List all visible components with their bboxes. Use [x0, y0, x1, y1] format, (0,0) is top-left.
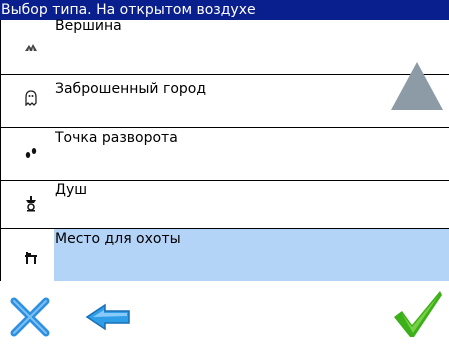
list-item-label: Вершина [55, 18, 122, 34]
scroll-up-arrow-icon [391, 62, 443, 110]
close-x-icon [10, 297, 50, 337]
back-arrow-icon [85, 303, 130, 331]
list-item-peak[interactable]: Вершина [1, 18, 449, 75]
list-item-turnaround[interactable]: Точка разворота [1, 128, 449, 181]
list-item-label: Душ [55, 182, 88, 198]
hunting-stand-icon [21, 249, 41, 267]
mountain-peak-icon [21, 38, 41, 56]
cancel-button[interactable] [10, 297, 50, 337]
checkmark-icon [394, 291, 442, 337]
list-item-label: Точка разворота [55, 130, 178, 146]
scroll-up-button[interactable] [389, 60, 445, 112]
back-button[interactable] [85, 303, 131, 331]
footprints-icon [21, 144, 41, 162]
list-item-hunting[interactable]: Место для охоты [1, 229, 449, 281]
shower-icon [21, 195, 41, 213]
list-item-label: Заброшенный город [55, 81, 207, 97]
ghost-town-icon [21, 89, 41, 107]
list-item-label: Место для охоты [55, 231, 181, 247]
type-list: Вершина Заброшенный город Точка разворот… [0, 18, 449, 281]
list-item-ghost-town[interactable]: Заброшенный город [1, 75, 449, 128]
window-title: Выбор типа. На открытом воздухе [0, 0, 449, 20]
list-item-shower[interactable]: Душ [1, 181, 449, 229]
bottom-toolbar [0, 281, 449, 344]
ok-button[interactable] [392, 287, 444, 339]
